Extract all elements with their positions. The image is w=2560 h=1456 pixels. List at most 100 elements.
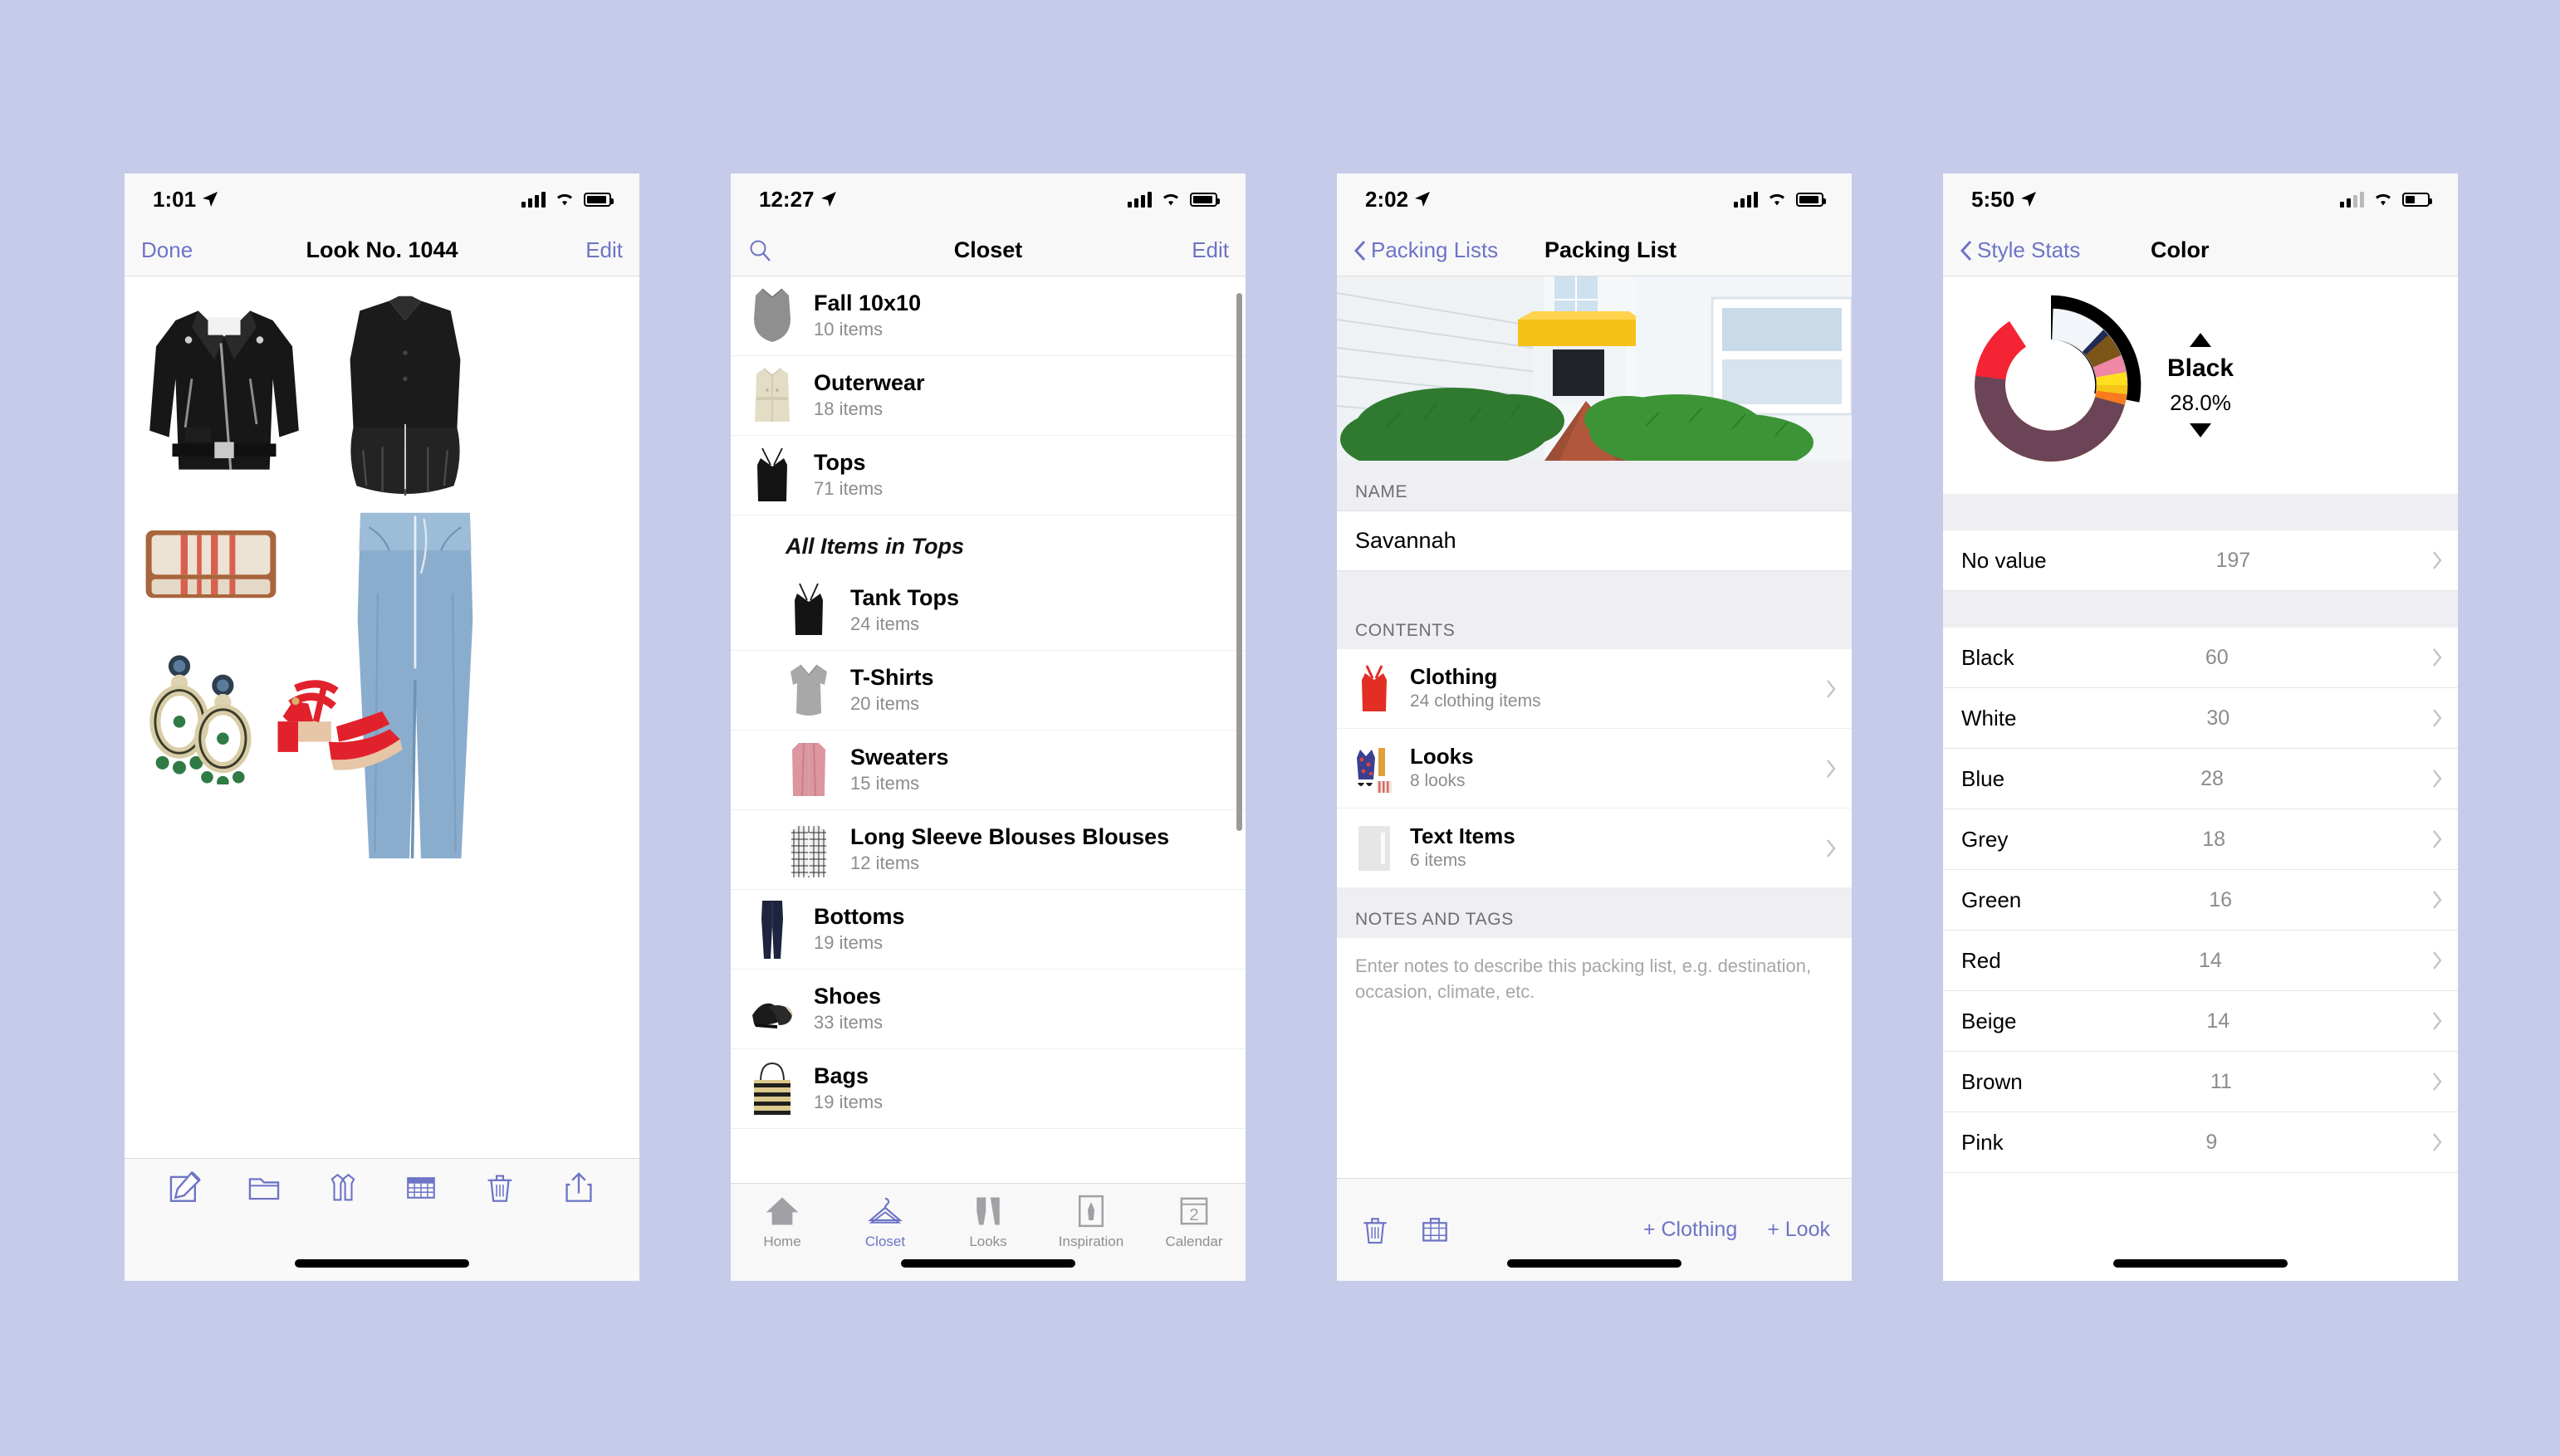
search-icon[interactable]	[747, 238, 772, 263]
list-item-title: Fall 10x10	[814, 291, 922, 316]
chevron-right-icon	[2433, 551, 2442, 569]
stat-label: Grey	[1961, 826, 2009, 852]
trash-icon[interactable]	[482, 1170, 517, 1205]
status-time-group: 2:02	[1365, 187, 1431, 213]
tab-label: Calendar	[1165, 1234, 1223, 1249]
look-body	[125, 276, 639, 1281]
navigation-bar: Closet Edit	[731, 225, 1246, 276]
tab-looks[interactable]: Looks	[937, 1193, 1040, 1250]
contents-row-text-items[interactable]: Text Items 6 items	[1337, 809, 1852, 888]
notes-placeholder: Enter notes to describe this packing lis…	[1355, 955, 1812, 1003]
cellular-signal-icon	[1734, 191, 1758, 208]
battery-icon	[1190, 192, 1220, 207]
stat-value: 30	[2206, 706, 2230, 730]
add-look-button[interactable]: + Look	[1767, 1218, 1830, 1242]
status-bar: 1:01	[125, 173, 639, 225]
color-donut-chart[interactable]	[1955, 289, 2147, 481]
tab-closet[interactable]: Closet	[834, 1193, 937, 1250]
location-arrow-icon	[2021, 192, 2037, 207]
stat-row-grey[interactable]: Grey 18	[1943, 809, 2458, 870]
location-arrow-icon	[820, 192, 836, 207]
phone-screen-look-detail: 1:01 Done Look No. 1044 Edit	[125, 173, 639, 1281]
stat-row-brown[interactable]: Brown 11	[1943, 1052, 2458, 1112]
stat-value: 14	[2206, 1009, 2230, 1033]
edit-icon[interactable]	[168, 1170, 203, 1205]
list-item[interactable]: Shoes 33 items	[731, 970, 1246, 1049]
contents-row-looks[interactable]: Looks 8 looks	[1337, 729, 1852, 809]
list-item[interactable]: Sweaters 15 items	[731, 730, 1246, 810]
stat-row-no-value[interactable]: No value 197	[1943, 530, 2458, 591]
beaded-chandelier-earrings-image[interactable]	[148, 652, 264, 784]
suitcase-icon[interactable]	[1418, 1214, 1451, 1247]
section-header: All Items in Tops	[731, 515, 1246, 571]
look-collage[interactable]	[125, 276, 639, 1109]
closet-body: Fall 10x10 10 items Outerwear 18 items T…	[731, 276, 1246, 1281]
vertical-scrollbar[interactable]	[1236, 293, 1242, 831]
list-item-count: 33 items	[814, 1011, 884, 1033]
black-sleeveless-peplum-blouse-image[interactable]	[330, 288, 480, 496]
list-item[interactable]: Fall 10x10 10 items	[731, 276, 1246, 356]
list-item[interactable]: Bags 19 items	[731, 1049, 1246, 1129]
status-time-group: 1:01	[153, 187, 218, 213]
list-item-count: 24 items	[850, 613, 920, 634]
location-arrow-icon	[203, 192, 218, 207]
notes-input[interactable]: Enter notes to describe this packing lis…	[1337, 938, 1852, 1022]
home-indicator	[2113, 1259, 2288, 1268]
folder-icon[interactable]	[247, 1170, 281, 1205]
calendar-icon: 2	[1180, 1197, 1208, 1225]
black-loafers-thumb	[752, 1003, 793, 1028]
list-item-title: Bottoms	[814, 904, 905, 930]
stat-row-blue[interactable]: Blue 28	[1943, 749, 2458, 809]
stat-row-red[interactable]: Red 14	[1943, 931, 2458, 991]
tab-inspiration[interactable]: Inspiration	[1040, 1193, 1143, 1250]
cellular-signal-icon	[521, 191, 546, 208]
tab-home[interactable]: Home	[731, 1193, 834, 1250]
stat-value: 9	[2205, 1130, 2218, 1154]
beige-trench-coat-thumb	[755, 368, 790, 422]
edit-button[interactable]: Edit	[1192, 237, 1229, 263]
battery-icon	[1796, 192, 1826, 207]
chevron-right-icon	[2433, 951, 2442, 970]
stat-row-beige[interactable]: Beige 14	[1943, 991, 2458, 1052]
red-tank-top-thumb	[1362, 664, 1387, 711]
trash-icon[interactable]	[1358, 1214, 1392, 1247]
red-suede-block-heel-sandals-image[interactable]	[257, 650, 415, 783]
list-item-title: Tank Tops	[850, 585, 960, 611]
previous-color-button[interactable]	[2190, 333, 2212, 347]
contents-count: 24 clothing items	[1410, 691, 1541, 711]
tab-calendar[interactable]: 2 Calendar	[1143, 1193, 1246, 1250]
back-button[interactable]: Packing Lists	[1353, 237, 1498, 263]
edit-button[interactable]: Edit	[585, 237, 623, 263]
list-item[interactable]: Tops 71 items	[731, 436, 1246, 515]
share-icon[interactable]	[561, 1170, 596, 1205]
done-button[interactable]: Done	[141, 237, 193, 263]
status-time: 5:50	[1971, 186, 2015, 212]
packing-list-photo[interactable]	[1337, 276, 1852, 461]
status-time: 1:01	[153, 186, 197, 212]
stat-row-black[interactable]: Black 60	[1943, 628, 2458, 688]
back-button[interactable]: Style Stats	[1960, 237, 2080, 263]
status-indicators	[2340, 191, 2432, 208]
tab-label: Inspiration	[1058, 1234, 1124, 1249]
chart-selection-label: Black 28.0%	[2167, 333, 2234, 437]
contents-row-clothing[interactable]: Clothing 24 clothing items	[1337, 649, 1852, 729]
list-item-title: Long Sleeve Blouses Blouses	[850, 824, 1170, 850]
calendar-icon[interactable]	[404, 1170, 438, 1205]
stat-row-pink[interactable]: Pink 9	[1943, 1112, 2458, 1173]
stat-row-green[interactable]: Green 16	[1943, 870, 2458, 931]
list-item[interactable]: Bottoms 19 items	[731, 890, 1246, 970]
status-bar: 5:50	[1943, 173, 2458, 225]
list-item[interactable]: Tank Tops 24 items	[731, 571, 1246, 651]
next-color-button[interactable]	[2190, 423, 2212, 437]
add-clothing-button[interactable]: + Clothing	[1643, 1218, 1737, 1242]
black-leather-biker-jacket-image[interactable]	[143, 288, 306, 492]
wifi-icon	[2376, 193, 2391, 206]
outfit-icon[interactable]	[326, 1170, 360, 1205]
contents-count: 8 looks	[1410, 771, 1466, 791]
stat-row-white[interactable]: White 30	[1943, 688, 2458, 749]
list-item[interactable]: Outerwear 18 items	[731, 356, 1246, 436]
list-item[interactable]: Long Sleeve Blouses Blouses 12 items	[731, 810, 1246, 890]
red-striped-canvas-clutch-image[interactable]	[141, 525, 281, 605]
name-input[interactable]: Savannah	[1337, 511, 1852, 571]
list-item[interactable]: T-Shirts 20 items	[731, 651, 1246, 730]
